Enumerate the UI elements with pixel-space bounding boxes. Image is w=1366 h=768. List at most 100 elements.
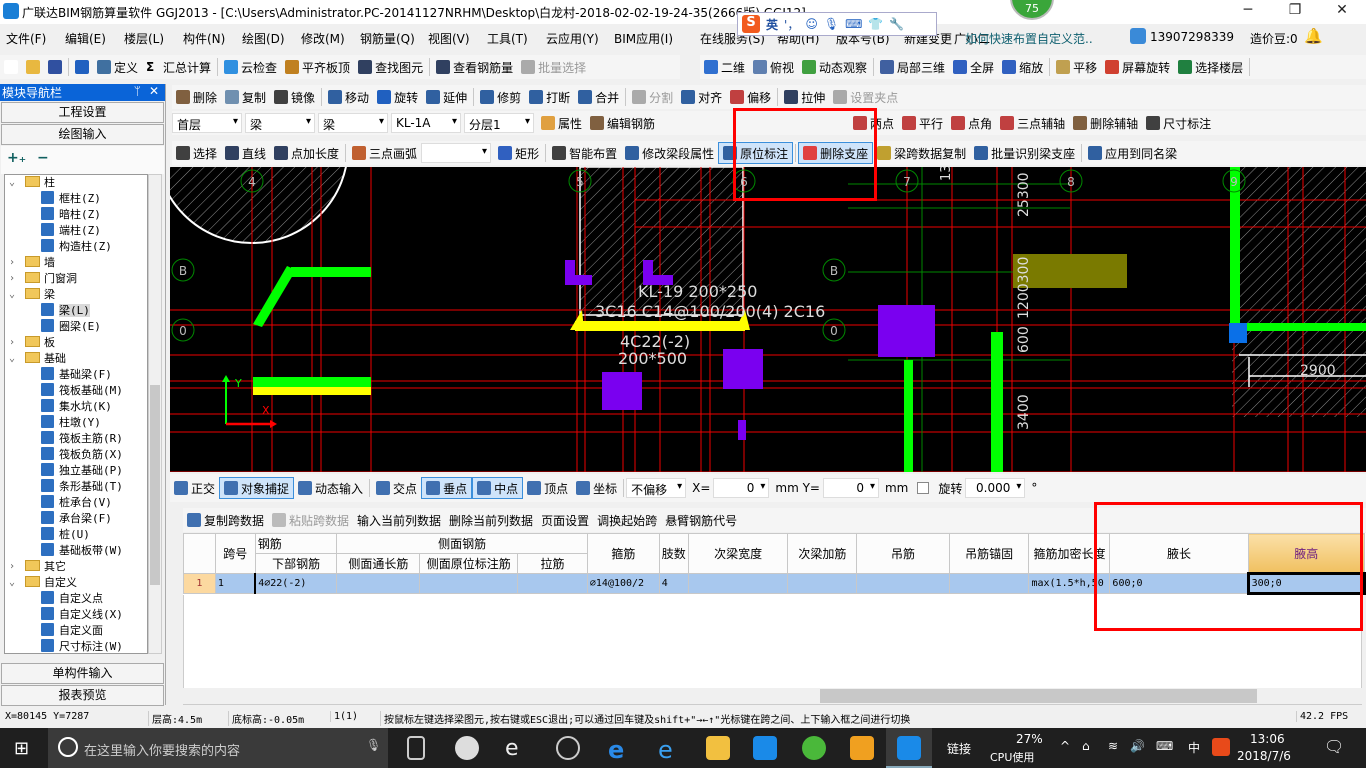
restore-button[interactable]: ❐ bbox=[1275, 2, 1315, 22]
expand-chevron-icon[interactable]: › bbox=[9, 335, 19, 351]
tree-leaf[interactable]: 暗柱(Z) bbox=[5, 207, 147, 223]
tree-folder[interactable]: ⌄ 基础 bbox=[5, 351, 147, 367]
tree-leaf[interactable]: 集水坑(K) bbox=[5, 399, 147, 415]
project-settings-button[interactable]: 工程设置 bbox=[1, 102, 164, 123]
menu-item[interactable]: 文件(F) bbox=[6, 30, 46, 47]
price-beans[interactable]: 造价豆:0 bbox=[1250, 30, 1298, 47]
col-span-no[interactable]: 跨号 bbox=[214, 533, 256, 574]
component-combo-0[interactable]: 首层 bbox=[172, 113, 242, 133]
tree-leaf[interactable]: 桩(U) bbox=[5, 527, 147, 543]
edit-toolbar-button-12[interactable]: 拉伸 bbox=[780, 86, 829, 108]
component-toolbar-button-1[interactable]: 编辑钢筋 bbox=[586, 112, 659, 134]
edit-toolbar-button-6[interactable]: 修剪 bbox=[476, 86, 525, 108]
mic-icon[interactable]: 🎙 bbox=[824, 17, 839, 31]
axis-toolbar-button-1[interactable]: 平行 bbox=[898, 112, 947, 134]
report-preview-button[interactable]: 报表预览 bbox=[1, 685, 164, 706]
tree-folder[interactable]: ⌄ 柱 bbox=[5, 175, 147, 191]
ie-old-icon[interactable]: e bbox=[505, 736, 529, 761]
view-toolbar-button-7[interactable]: 屏幕旋转 bbox=[1101, 56, 1174, 78]
glodon-app-icon[interactable] bbox=[753, 736, 777, 760]
edit-toolbar-button-7[interactable]: 打断 bbox=[525, 86, 574, 108]
component-combo-1[interactable]: 梁 bbox=[245, 113, 315, 133]
view-toolbar-button-6[interactable]: 平移 bbox=[1052, 56, 1101, 78]
grip-point[interactable] bbox=[1229, 323, 1247, 343]
main-toolbar-button-1[interactable] bbox=[22, 56, 44, 78]
notes-app-icon[interactable] bbox=[850, 736, 874, 760]
main-toolbar-button-2[interactable] bbox=[44, 56, 66, 78]
cell-secondary-width[interactable] bbox=[687, 573, 789, 594]
edit-toolbar-button-8[interactable]: 合并 bbox=[574, 86, 623, 108]
collapse-chevron-icon[interactable]: ⌄ bbox=[9, 175, 19, 191]
edit-toolbar-button-9[interactable]: 分割 bbox=[628, 86, 677, 108]
cell-side-orig[interactable] bbox=[419, 573, 519, 594]
main-toolbar-button-10[interactable]: 批量选择 bbox=[517, 56, 590, 78]
tree-folder[interactable]: › 门窗洞 bbox=[5, 271, 147, 287]
ime-lang[interactable]: 英 bbox=[766, 16, 778, 33]
main-toolbar-button-3[interactable] bbox=[71, 56, 93, 78]
col-hanger-anchor[interactable]: 吊筋锚固 bbox=[948, 533, 1030, 574]
col-dense-length[interactable]: 箍筋加密长度 bbox=[1028, 533, 1111, 574]
drawing-canvas[interactable]: Y X 4 5 6 7 8 9 B B 0 0 KL-19 200*250 3C… bbox=[155, 50, 1366, 473]
view-toolbar-button-8[interactable]: 选择楼层 bbox=[1174, 56, 1247, 78]
snap-button-6[interactable]: 顶点 bbox=[523, 477, 572, 499]
grid-toolbar-button-3[interactable]: 删除当前列数据 bbox=[445, 509, 537, 531]
tree-leaf[interactable]: 圈梁(E) bbox=[5, 319, 147, 335]
snap-button-4[interactable]: 垂点 bbox=[421, 477, 473, 499]
offset-combo[interactable]: 不偏移 bbox=[626, 478, 687, 498]
ime-toolbar[interactable]: S 英 '， ☺ 🎙 ⌨ 👕 🔧 bbox=[737, 12, 937, 36]
grid-toolbar-button-6[interactable]: 悬臂钢筋代号 bbox=[661, 509, 741, 531]
menu-item[interactable]: BIM应用(I) bbox=[614, 30, 673, 47]
snap-button-0[interactable]: 正交 bbox=[170, 477, 219, 499]
main-toolbar-button-0[interactable] bbox=[0, 56, 22, 78]
cell-haunch-length[interactable]: 600;0 bbox=[1109, 573, 1249, 594]
draw-toolbar-button-0[interactable]: 选择 bbox=[172, 142, 221, 164]
tree-leaf[interactable]: 端柱(Z) bbox=[5, 223, 147, 239]
minimize-button[interactable]: ─ bbox=[1228, 2, 1268, 22]
tree-leaf[interactable]: 基础板带(W) bbox=[5, 543, 147, 559]
tree-folder[interactable]: › 板 bbox=[5, 335, 147, 351]
tree-folder[interactable]: › 墙 bbox=[5, 255, 147, 271]
main-toolbar-button-5[interactable]: Σ 汇总计算 bbox=[142, 56, 215, 78]
empty-combo[interactable] bbox=[421, 143, 492, 163]
fan-app-icon[interactable] bbox=[455, 736, 479, 760]
col-side-orig[interactable]: 侧面原位标注筋 bbox=[419, 553, 519, 574]
grid-toolbar-button-1[interactable]: 粘贴跨数据 bbox=[268, 509, 353, 531]
pin-icon[interactable]: ᛘ bbox=[134, 84, 141, 98]
col-hanger[interactable]: 吊筋 bbox=[856, 533, 950, 574]
view-toolbar-button-4[interactable]: 全屏 bbox=[949, 56, 998, 78]
tree-folder[interactable]: › 其它 bbox=[5, 559, 147, 575]
view-toolbar-button-5[interactable]: 缩放 bbox=[998, 56, 1047, 78]
collapse-chevron-icon[interactable]: ⌄ bbox=[9, 351, 19, 367]
view-toolbar-button-2[interactable]: 动态观察 bbox=[798, 56, 871, 78]
wifi-icon[interactable]: ≋ bbox=[1108, 739, 1118, 753]
menu-item[interactable]: 工具(T) bbox=[487, 30, 528, 47]
cell-hanger[interactable] bbox=[856, 573, 950, 594]
bell-icon[interactable]: 🔔 bbox=[1304, 27, 1323, 45]
cell-tie[interactable] bbox=[517, 573, 588, 594]
collapse-chevron-icon[interactable]: ⌄ bbox=[9, 287, 19, 303]
tree-leaf[interactable]: 筏板负筋(X) bbox=[5, 447, 147, 463]
cell-side-long[interactable] bbox=[336, 573, 421, 594]
tree-folder[interactable]: ⌄ 梁 bbox=[5, 287, 147, 303]
wrench-icon[interactable]: 🔧 bbox=[889, 17, 904, 31]
tree-leaf[interactable]: 构造柱(Z) bbox=[5, 239, 147, 255]
tree-leaf[interactable]: 尺寸标注(W) bbox=[5, 639, 147, 653]
expand-chevron-icon[interactable]: › bbox=[9, 255, 19, 271]
expand-chevron-icon[interactable]: › bbox=[9, 559, 19, 575]
tree-leaf[interactable]: 框柱(Z) bbox=[5, 191, 147, 207]
cell-bottom-rebar[interactable]: 4⌀22(-2) bbox=[254, 573, 338, 594]
browser-360-icon[interactable] bbox=[802, 736, 826, 760]
axis-toolbar-button-3[interactable]: 三点辅轴 bbox=[996, 112, 1069, 134]
axis-toolbar-button-5[interactable]: 尺寸标注 bbox=[1142, 112, 1215, 134]
component-toolbar-button-0[interactable]: 属性 bbox=[537, 112, 586, 134]
menu-item[interactable]: 视图(V) bbox=[428, 30, 470, 47]
microphone-icon[interactable]: 🎙 bbox=[366, 738, 381, 752]
spiral-app-icon[interactable] bbox=[556, 736, 580, 760]
snap-button-3[interactable]: 交点 bbox=[372, 477, 421, 499]
main-toolbar-button-9[interactable]: 查看钢筋量 bbox=[432, 56, 517, 78]
single-component-input-button[interactable]: 单构件输入 bbox=[1, 663, 164, 684]
tree-folder[interactable]: ⌄ 自定义 bbox=[5, 575, 147, 591]
hatched-slab[interactable] bbox=[1232, 167, 1366, 417]
tree-scrollbar[interactable] bbox=[148, 174, 162, 654]
edit-toolbar-button-3[interactable]: 移动 bbox=[324, 86, 373, 108]
